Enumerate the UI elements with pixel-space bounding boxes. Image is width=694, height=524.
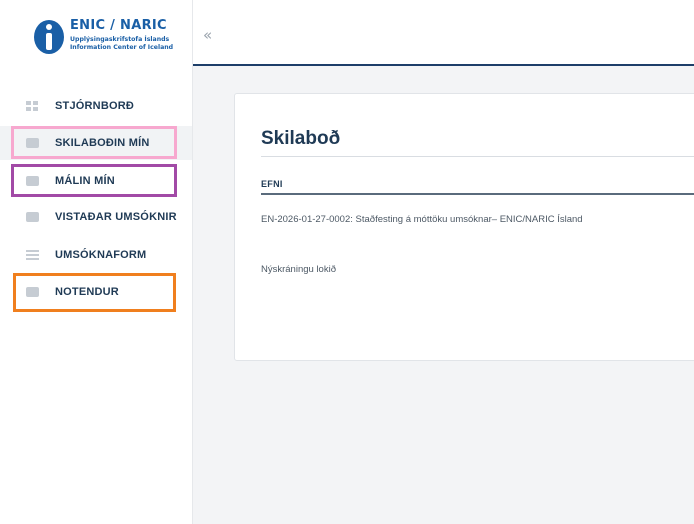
message-icon (26, 138, 39, 148)
users-folder-icon (26, 287, 39, 297)
sidebar-item-application-forms[interactable]: UMSÓKNAFORM (26, 245, 146, 265)
column-header-subject: EFNI (261, 179, 283, 189)
brand-subtitle-2: Information Center of Iceland (70, 44, 174, 51)
sidebar-item-label: UMSÓKNAFORM (55, 249, 147, 261)
brand-logo[interactable]: ENIC / NARIC Upplýsingaskrifstofa Ísland… (34, 18, 184, 58)
sidebar: ENIC / NARIC Upplýsingaskrifstofa Ísland… (0, 0, 193, 524)
sidebar-item-dashboard[interactable]: STJÓRNBORÐ (26, 96, 134, 116)
messages-card: Skilaboð EFNI EN-2026-01-27-0002: Staðfe… (234, 93, 694, 361)
sidebar-item-label: SKILABOÐIN MÍN (55, 137, 150, 149)
sidebar-item-label: VISTAÐAR UMSÓKNIR (55, 211, 177, 223)
sidebar-item-messages[interactable]: SKILABOÐIN MÍN (26, 133, 149, 153)
dashboard-icon (26, 101, 39, 111)
info-logo-icon (34, 20, 64, 54)
brand-subtitle-1: Upplýsingaskrifstofa Íslands (70, 36, 170, 43)
message-row[interactable]: Nýskráningu lokið (261, 264, 336, 275)
folder-icon (26, 176, 39, 186)
brand-title: ENIC / NARIC (70, 18, 167, 33)
list-icon (26, 250, 39, 260)
page-title: Skilaboð (261, 128, 341, 149)
column-header-divider (261, 193, 694, 195)
saved-applications-icon (26, 212, 39, 222)
sidebar-item-users[interactable]: NOTENDUR (26, 282, 119, 302)
top-header: « (193, 0, 694, 66)
collapse-sidebar-icon[interactable]: « (203, 28, 212, 43)
sidebar-item-my-cases[interactable]: MÁLIN MÍN (26, 171, 115, 191)
sidebar-item-saved-applications[interactable]: VISTAÐAR UMSÓKNIR (26, 207, 177, 227)
sidebar-item-label: MÁLIN MÍN (55, 175, 115, 187)
sidebar-item-label: STJÓRNBORÐ (55, 100, 135, 112)
sidebar-item-label: NOTENDUR (55, 286, 119, 298)
title-divider (261, 156, 694, 157)
message-row[interactable]: EN-2026-01-27-0002: Staðfesting á móttök… (261, 214, 583, 225)
